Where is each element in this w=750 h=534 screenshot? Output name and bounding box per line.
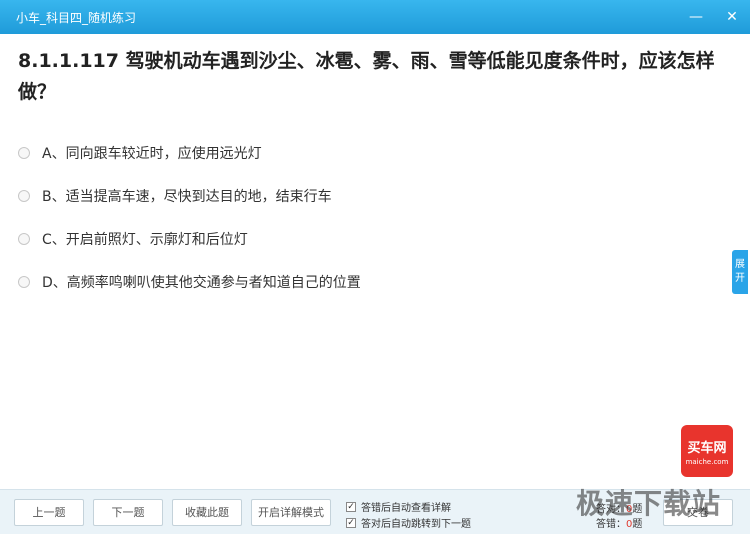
option-label: D、高频率鸣喇叭使其他交通参与者知道自己的位置 xyxy=(42,275,361,291)
radio-icon[interactable] xyxy=(18,276,30,288)
radio-icon[interactable] xyxy=(18,190,30,202)
prev-question-button[interactable]: 上一题 xyxy=(14,499,84,526)
window-title: 小车_科目四_随机练习 xyxy=(16,11,137,25)
close-button[interactable]: ✕ xyxy=(714,0,750,34)
detail-mode-button[interactable]: 开启详解模式 xyxy=(251,499,331,526)
checkbox-checked-icon[interactable]: ✓ xyxy=(346,501,356,512)
option-d[interactable]: D、高频率鸣喇叭使其他交通参与者知道自己的位置 xyxy=(18,269,718,295)
expand-tab[interactable]: 展 开 xyxy=(732,250,748,294)
option-a[interactable]: A、同向跟车较近时，应使用远光灯 xyxy=(18,140,718,166)
maiche-logo[interactable]: 买车网 maiche.com xyxy=(681,425,733,477)
expand-tab-line1: 展 xyxy=(735,259,745,270)
auto-next-label: 答对后自动跳转到下一题 xyxy=(361,519,471,530)
favorite-button[interactable]: 收藏此题 xyxy=(172,499,242,526)
expand-tab-line2: 开 xyxy=(735,273,745,284)
next-question-button[interactable]: 下一题 xyxy=(93,499,163,526)
auto-detail-check[interactable]: ✓ 答错后自动查看详解 xyxy=(346,499,451,514)
watermark-text: 极速下载站 xyxy=(576,487,722,520)
title-bar: 小车_科目四_随机练习 — ✕ xyxy=(0,0,750,34)
auto-detail-label: 答错后自动查看详解 xyxy=(361,503,451,514)
option-label: A、同向跟车较近时，应使用远光灯 xyxy=(42,146,262,162)
checkbox-checked-icon[interactable]: ✓ xyxy=(346,517,356,528)
radio-icon[interactable] xyxy=(18,233,30,245)
minimize-button[interactable]: — xyxy=(678,0,714,34)
option-c[interactable]: C、开启前照灯、示廓灯和后位灯 xyxy=(18,226,718,252)
options-list: A、同向跟车较近时，应使用远光灯 B、适当提高车速，尽快到达目的地，结束行车 C… xyxy=(18,140,718,312)
radio-icon[interactable] xyxy=(18,147,30,159)
question-text: 8.1.1.117 驾驶机动车遇到沙尘、冰雹、雾、雨、雪等低能见度条件时，应该怎… xyxy=(18,50,715,103)
logo-text-en: maiche.com xyxy=(685,458,729,466)
option-b[interactable]: B、适当提高车速，尽快到达目的地，结束行车 xyxy=(18,183,718,209)
option-label: C、开启前照灯、示廓灯和后位灯 xyxy=(42,232,248,248)
auto-next-check[interactable]: ✓ 答对后自动跳转到下一题 xyxy=(346,515,471,530)
logo-text-cn: 买车网 xyxy=(687,441,727,456)
option-label: B、适当提高车速，尽快到达目的地，结束行车 xyxy=(42,189,332,205)
